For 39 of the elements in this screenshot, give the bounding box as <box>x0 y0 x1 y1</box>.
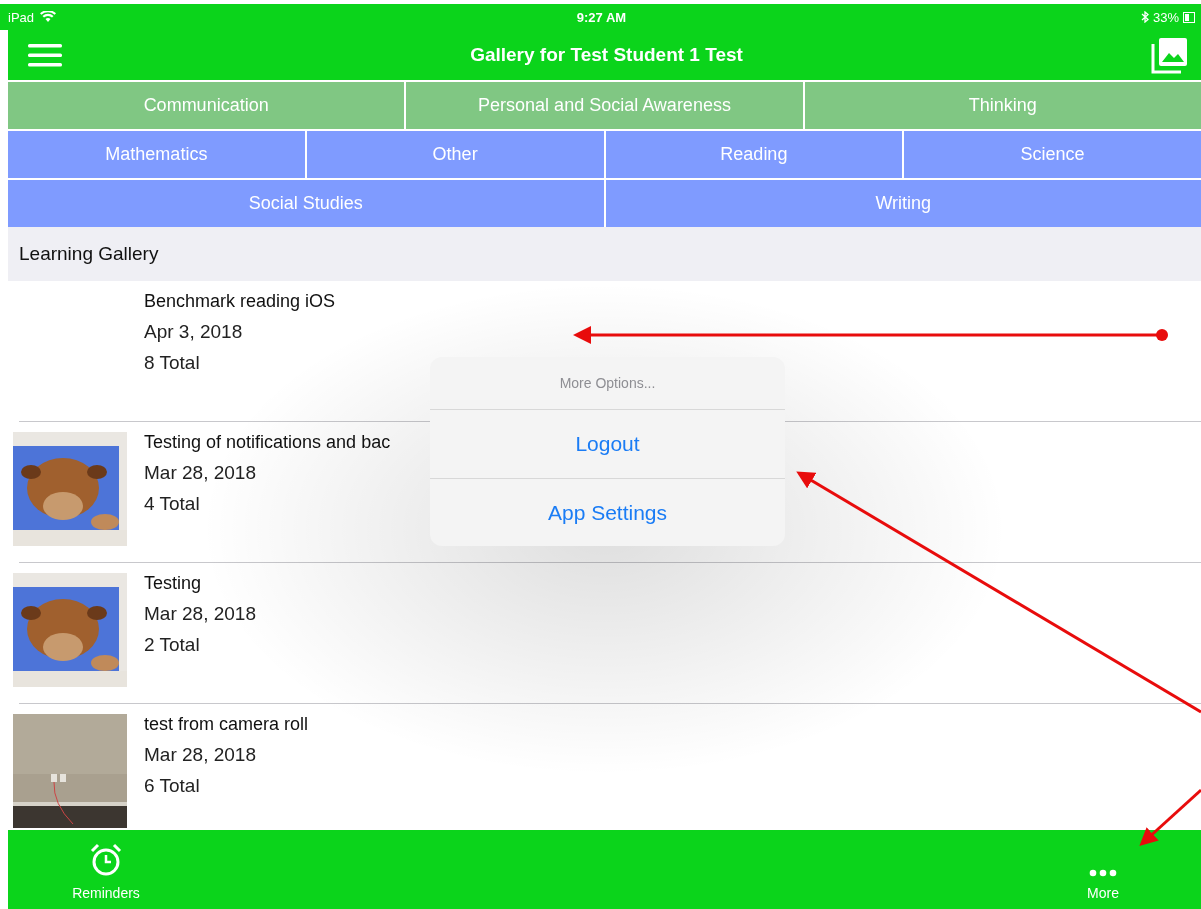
gallery-icon[interactable] <box>1151 36 1189 74</box>
tab-button[interactable]: More <box>1043 830 1163 909</box>
item-count: 2 Total <box>144 634 201 656</box>
category-tab[interactable]: Personal and Social Awareness <box>406 82 803 129</box>
category-tab[interactable]: Mathematics <box>8 131 305 178</box>
gallery-item[interactable]: Testing Mar 28, 2018 2 Total <box>19 563 1201 704</box>
nav-title: Gallery for Test Student 1 Test <box>470 44 743 66</box>
item-title: Testing <box>144 573 203 594</box>
bluetooth-icon <box>1140 11 1149 23</box>
item-count: 4 Total <box>144 493 201 515</box>
status-time: 9:27 AM <box>576 9 627 25</box>
alarm-clock-icon <box>89 843 123 877</box>
category-tab[interactable]: Writing <box>605 180 1201 227</box>
item-title: test from camera roll <box>144 714 309 735</box>
item-date: Mar 28, 2018 <box>144 603 256 625</box>
category-tab[interactable]: Thinking <box>804 82 1201 129</box>
popover-action[interactable]: App Settings <box>430 478 785 546</box>
battery-icon <box>1183 11 1195 23</box>
battery-percent: 33% <box>1152 9 1179 25</box>
category-tab[interactable]: Reading <box>605 131 903 178</box>
item-title: Benchmark reading iOS <box>144 291 336 312</box>
category-tab[interactable]: Communication <box>8 82 405 129</box>
section-header: Learning Gallery <box>8 227 1201 281</box>
annotation-arrow <box>1139 788 1201 847</box>
item-title: Testing of notifications and bac <box>144 432 391 453</box>
category-tab[interactable]: Social Studies <box>8 180 604 227</box>
menu-icon[interactable] <box>28 43 62 67</box>
more-icon <box>1089 869 1117 877</box>
item-count: 8 Total <box>144 352 201 374</box>
device-name: iPad <box>8 9 35 25</box>
category-tab[interactable]: Science <box>904 131 1201 178</box>
item-date: Apr 3, 2018 <box>144 321 244 343</box>
tab-button[interactable]: Reminders <box>46 830 166 909</box>
item-date: Mar 28, 2018 <box>144 462 257 484</box>
item-date: Mar 28, 2018 <box>144 744 257 766</box>
wifi-icon <box>40 11 57 23</box>
item-count: 6 Total <box>144 775 201 797</box>
popover-title: More Options... <box>430 357 785 410</box>
category-tab[interactable]: Other <box>306 131 604 178</box>
